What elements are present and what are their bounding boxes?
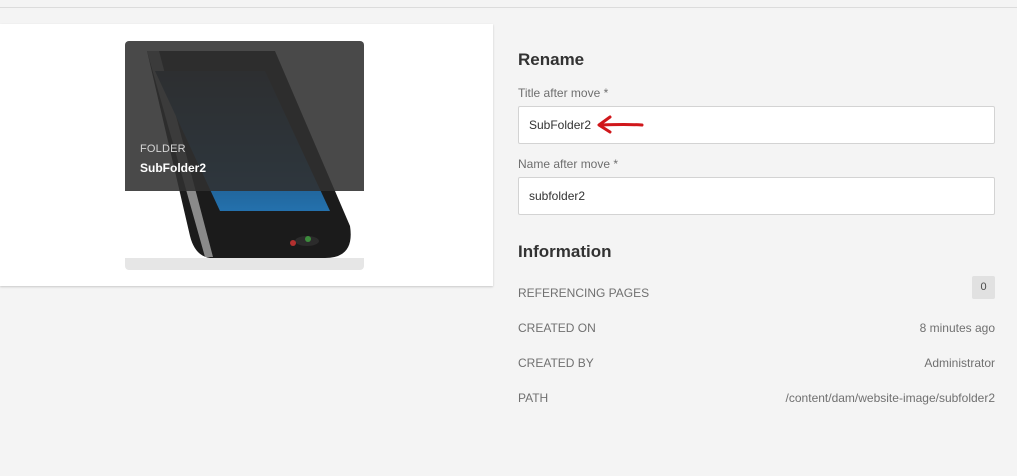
- preview-panel: FOLDER SubFolder2: [0, 24, 493, 286]
- info-key: REFERENCING PAGES: [518, 286, 650, 300]
- info-row-created-by: CREATED BY Administrator: [518, 353, 995, 373]
- folder-card[interactable]: FOLDER SubFolder2: [125, 41, 364, 270]
- red-arrow-annotation-icon: [597, 115, 644, 134]
- info-value: Administrator: [924, 356, 995, 370]
- card-overlay: FOLDER SubFolder2: [125, 41, 364, 191]
- name-after-move-field[interactable]: [518, 177, 995, 215]
- info-key: CREATED BY: [518, 356, 594, 370]
- info-row-path: PATH /content/dam/website-image/subfolde…: [518, 388, 995, 408]
- info-value: /content/dam/website-image/subfolder2: [785, 391, 995, 405]
- info-key: PATH: [518, 391, 549, 405]
- title-after-move-field[interactable]: [518, 106, 995, 144]
- title-after-move-label: Title after move *: [518, 86, 609, 100]
- info-row-created-on: CREATED ON 8 minutes ago: [518, 318, 995, 338]
- information-heading: Information: [518, 242, 612, 261]
- name-after-move-label: Name after move *: [518, 157, 619, 171]
- card-type-label: FOLDER: [140, 143, 186, 155]
- referencing-pages-count-badge[interactable]: 0: [972, 276, 995, 299]
- info-value: 8 minutes ago: [919, 321, 995, 335]
- info-key: CREATED ON: [518, 321, 596, 335]
- name-after-move-input[interactable]: [519, 178, 994, 214]
- rename-heading: Rename: [518, 50, 585, 69]
- title-after-move-input[interactable]: [519, 107, 994, 143]
- card-title: SubFolder2: [140, 161, 207, 175]
- top-bar: [0, 0, 1017, 8]
- info-row-referencing-pages: REFERENCING PAGES 0: [518, 276, 995, 303]
